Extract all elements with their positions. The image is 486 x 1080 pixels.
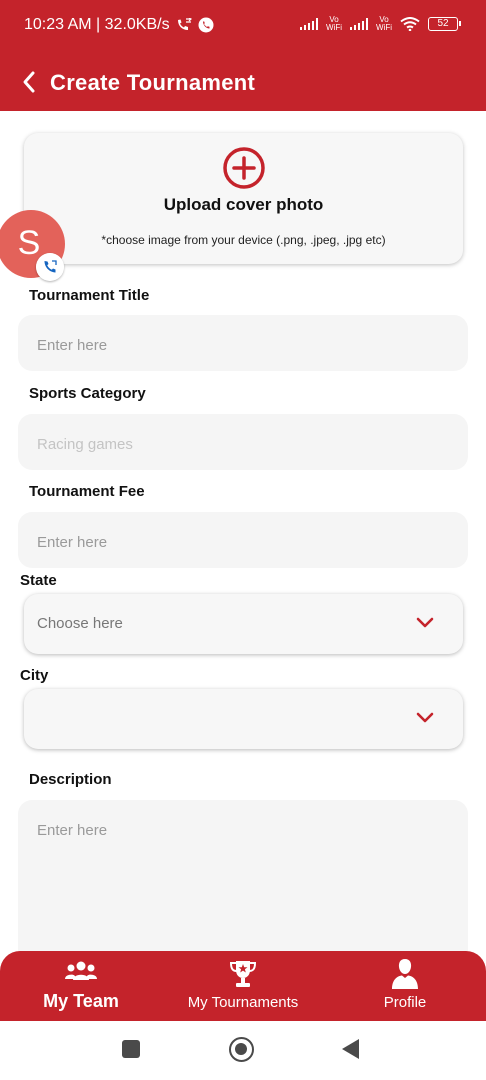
battery-icon: 52 bbox=[428, 17, 461, 31]
state-placeholder: Choose here bbox=[37, 615, 123, 632]
nav-profile[interactable]: Profile bbox=[324, 951, 486, 1021]
city-dropdown[interactable] bbox=[24, 689, 463, 749]
vowifi-label: Vo WiFi bbox=[376, 15, 392, 32]
phone-icon bbox=[36, 253, 64, 281]
app-header-bar: 10:23 AM | 32.0KB/s Vo WiFi Vo WiFi 52 C… bbox=[0, 0, 486, 111]
vowifi-label: Vo WiFi bbox=[326, 15, 342, 32]
person-icon bbox=[392, 959, 418, 989]
status-bar: 10:23 AM | 32.0KB/s Vo WiFi Vo WiFi 52 bbox=[0, 0, 486, 52]
nav-my-tournaments[interactable]: My Tournaments bbox=[162, 951, 324, 1021]
tournament-title-input[interactable]: Enter here bbox=[18, 315, 468, 371]
description-label: Description bbox=[29, 771, 112, 788]
chevron-down-icon bbox=[416, 617, 434, 628]
chevron-left-icon[interactable] bbox=[18, 68, 42, 96]
chevron-down-icon bbox=[416, 712, 434, 723]
page-header: Create Tournament bbox=[0, 56, 486, 108]
create-tournament-screen: 10:23 AM | 32.0KB/s Vo WiFi Vo WiFi 52 C… bbox=[0, 0, 486, 1080]
tournament-fee-label: Tournament Fee bbox=[29, 483, 145, 500]
team-icon bbox=[65, 961, 97, 980]
description-placeholder: Enter here bbox=[37, 822, 108, 839]
nav-label-my-tournaments: My Tournaments bbox=[187, 994, 299, 1011]
back-triangle-icon[interactable] bbox=[342, 1039, 359, 1059]
tournament-title-label: Tournament Title bbox=[29, 287, 150, 304]
city-label: City bbox=[20, 667, 49, 684]
state-dropdown[interactable]: Choose here bbox=[24, 594, 463, 654]
sports-category-input[interactable]: Racing games bbox=[18, 414, 468, 470]
home-icon[interactable] bbox=[229, 1037, 254, 1062]
bottom-navigation: My Team My Tournaments Profile bbox=[0, 951, 486, 1021]
state-label: State bbox=[20, 572, 57, 589]
whatsapp-icon bbox=[198, 17, 214, 33]
nav-label-profile: Profile bbox=[383, 994, 427, 1011]
tournament-title-placeholder: Enter here bbox=[37, 337, 108, 354]
upload-title: Upload cover photo bbox=[163, 195, 324, 214]
trophy-icon bbox=[229, 961, 257, 987]
status-time: 10:23 AM | 32.0KB/s bbox=[24, 16, 170, 33]
sports-category-label: Sports Category bbox=[29, 385, 146, 402]
upload-cover-photo-card[interactable]: Upload cover photo *choose image from yo… bbox=[24, 133, 463, 264]
plus-circle-icon bbox=[223, 147, 265, 189]
tournament-fee-placeholder: Enter here bbox=[37, 534, 108, 551]
call-forward-icon bbox=[177, 18, 192, 30]
nav-label-my-team: My Team bbox=[43, 991, 119, 1011]
tournament-fee-input[interactable]: Enter here bbox=[18, 512, 468, 568]
signal-icon bbox=[350, 18, 368, 30]
signal-icon bbox=[300, 18, 318, 30]
system-navigation-bar bbox=[0, 1021, 486, 1080]
upload-hint: *choose image from your device (.png, .j… bbox=[101, 233, 386, 247]
wifi-icon bbox=[400, 17, 420, 31]
sports-category-placeholder: Racing games bbox=[37, 436, 133, 453]
recent-apps-icon[interactable] bbox=[122, 1040, 140, 1058]
page-title: Create Tournament bbox=[50, 70, 256, 95]
description-textarea[interactable]: Enter here bbox=[18, 800, 468, 970]
nav-my-team[interactable]: My Team bbox=[0, 951, 162, 1021]
